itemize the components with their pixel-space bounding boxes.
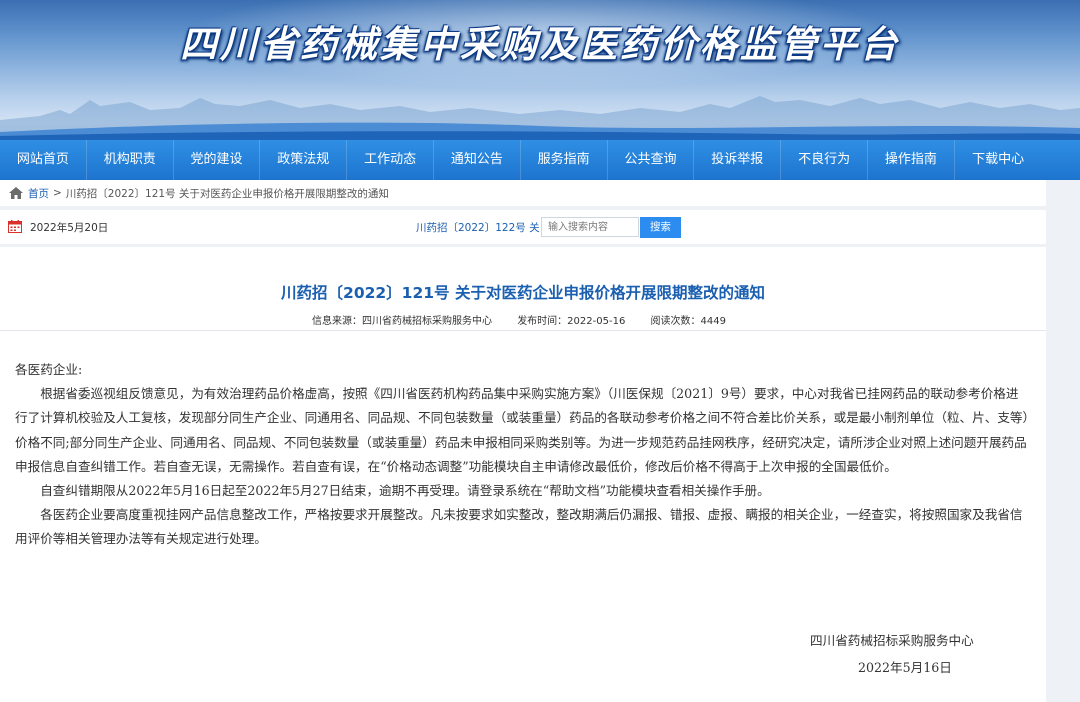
nav-item-notices[interactable]: 通知公告 <box>434 140 521 180</box>
article-salutation: 各医药企业: <box>15 362 83 377</box>
nav-item-home[interactable]: 网站首页 <box>0 140 87 180</box>
current-date: 2022年5月20日 <box>30 222 109 234</box>
home-icon <box>9 187 23 199</box>
nav-item-complaints[interactable]: 投诉举报 <box>694 140 782 180</box>
banner-title: 四川省药械集中采购及医药价格监管平台 <box>180 22 900 66</box>
info-bar: 2022年5月20日 川药招〔2022〕122号 关 搜索 <box>0 210 1046 244</box>
site-banner: 四川省药械集中采购及医药价格监管平台 <box>0 0 1080 140</box>
search-button[interactable]: 搜索 <box>640 217 681 238</box>
article-divider <box>0 330 1046 331</box>
nav-item-duties[interactable]: 机构职责 <box>87 140 174 180</box>
calendar-icon <box>8 220 22 233</box>
breadcrumb-separator: > <box>53 187 62 199</box>
breadcrumb-home-link[interactable]: 首页 <box>28 186 49 201</box>
nav-item-downloads[interactable]: 下载中心 <box>955 140 1042 180</box>
nav-item-public-query[interactable]: 公共查询 <box>608 140 695 180</box>
city-skyline-illustration <box>0 96 1080 140</box>
article-body: 各医药企业: 根据省委巡视组反馈意见，为有效治理药品价格虚高，按照《四川省医药机… <box>15 358 1029 552</box>
search-input[interactable] <box>541 217 639 237</box>
nav-item-party[interactable]: 党的建设 <box>174 140 261 180</box>
signature-organization: 四川省药械招标采购服务中心 <box>810 633 974 648</box>
breadcrumb-current: 川药招〔2022〕121号 关于对医药企业申报价格开展限期整改的通知 <box>65 187 389 200</box>
scrolling-notice-link[interactable]: 川药招〔2022〕122号 关 <box>416 220 540 235</box>
article-view-count: 阅读次数：4449 <box>650 316 726 327</box>
article-panel: 川药招〔2022〕121号 关于对医药企业申报价格开展限期整改的通知 信息来源：… <box>0 247 1046 702</box>
article-paragraph: 根据省委巡视组反馈意见，为有效治理药品价格虚高，按照《四川省医药机构药品集中采购… <box>15 386 1029 474</box>
breadcrumb: 首页 > 川药招〔2022〕121号 关于对医药企业申报价格开展限期整改的通知 <box>0 180 1046 206</box>
article-publish-time: 发布时间：2022-05-16 <box>517 316 626 327</box>
nav-item-bad-behavior[interactable]: 不良行为 <box>781 140 868 180</box>
article-meta: 信息来源：四川省药械招标采购服务中心 发布时间：2022-05-16 阅读次数：… <box>312 312 726 327</box>
right-gutter <box>1046 180 1080 702</box>
article-paragraph: 自查纠错期限从2022年5月16日起至2022年5月27日结束，逾期不再受理。请… <box>40 483 770 499</box>
article-paragraph: 各医药企业要高度重视挂网产品信息整改工作，严格按要求开展整改。凡未按要求如实整改… <box>15 507 1023 547</box>
article-title: 川药招〔2022〕121号 关于对医药企业申报价格开展限期整改的通知 <box>281 284 765 302</box>
article-source: 信息来源：四川省药械招标采购服务中心 <box>312 316 492 327</box>
nav-item-work-news[interactable]: 工作动态 <box>347 140 434 180</box>
nav-item-service-guide[interactable]: 服务指南 <box>521 140 608 180</box>
nav-item-operation-guide[interactable]: 操作指南 <box>868 140 955 180</box>
main-nav: 网站首页 机构职责 党的建设 政策法规 工作动态 通知公告 服务指南 公共查询 … <box>0 140 1080 180</box>
signature-date: 2022年5月16日 <box>858 660 952 675</box>
nav-item-policies[interactable]: 政策法规 <box>260 140 348 180</box>
